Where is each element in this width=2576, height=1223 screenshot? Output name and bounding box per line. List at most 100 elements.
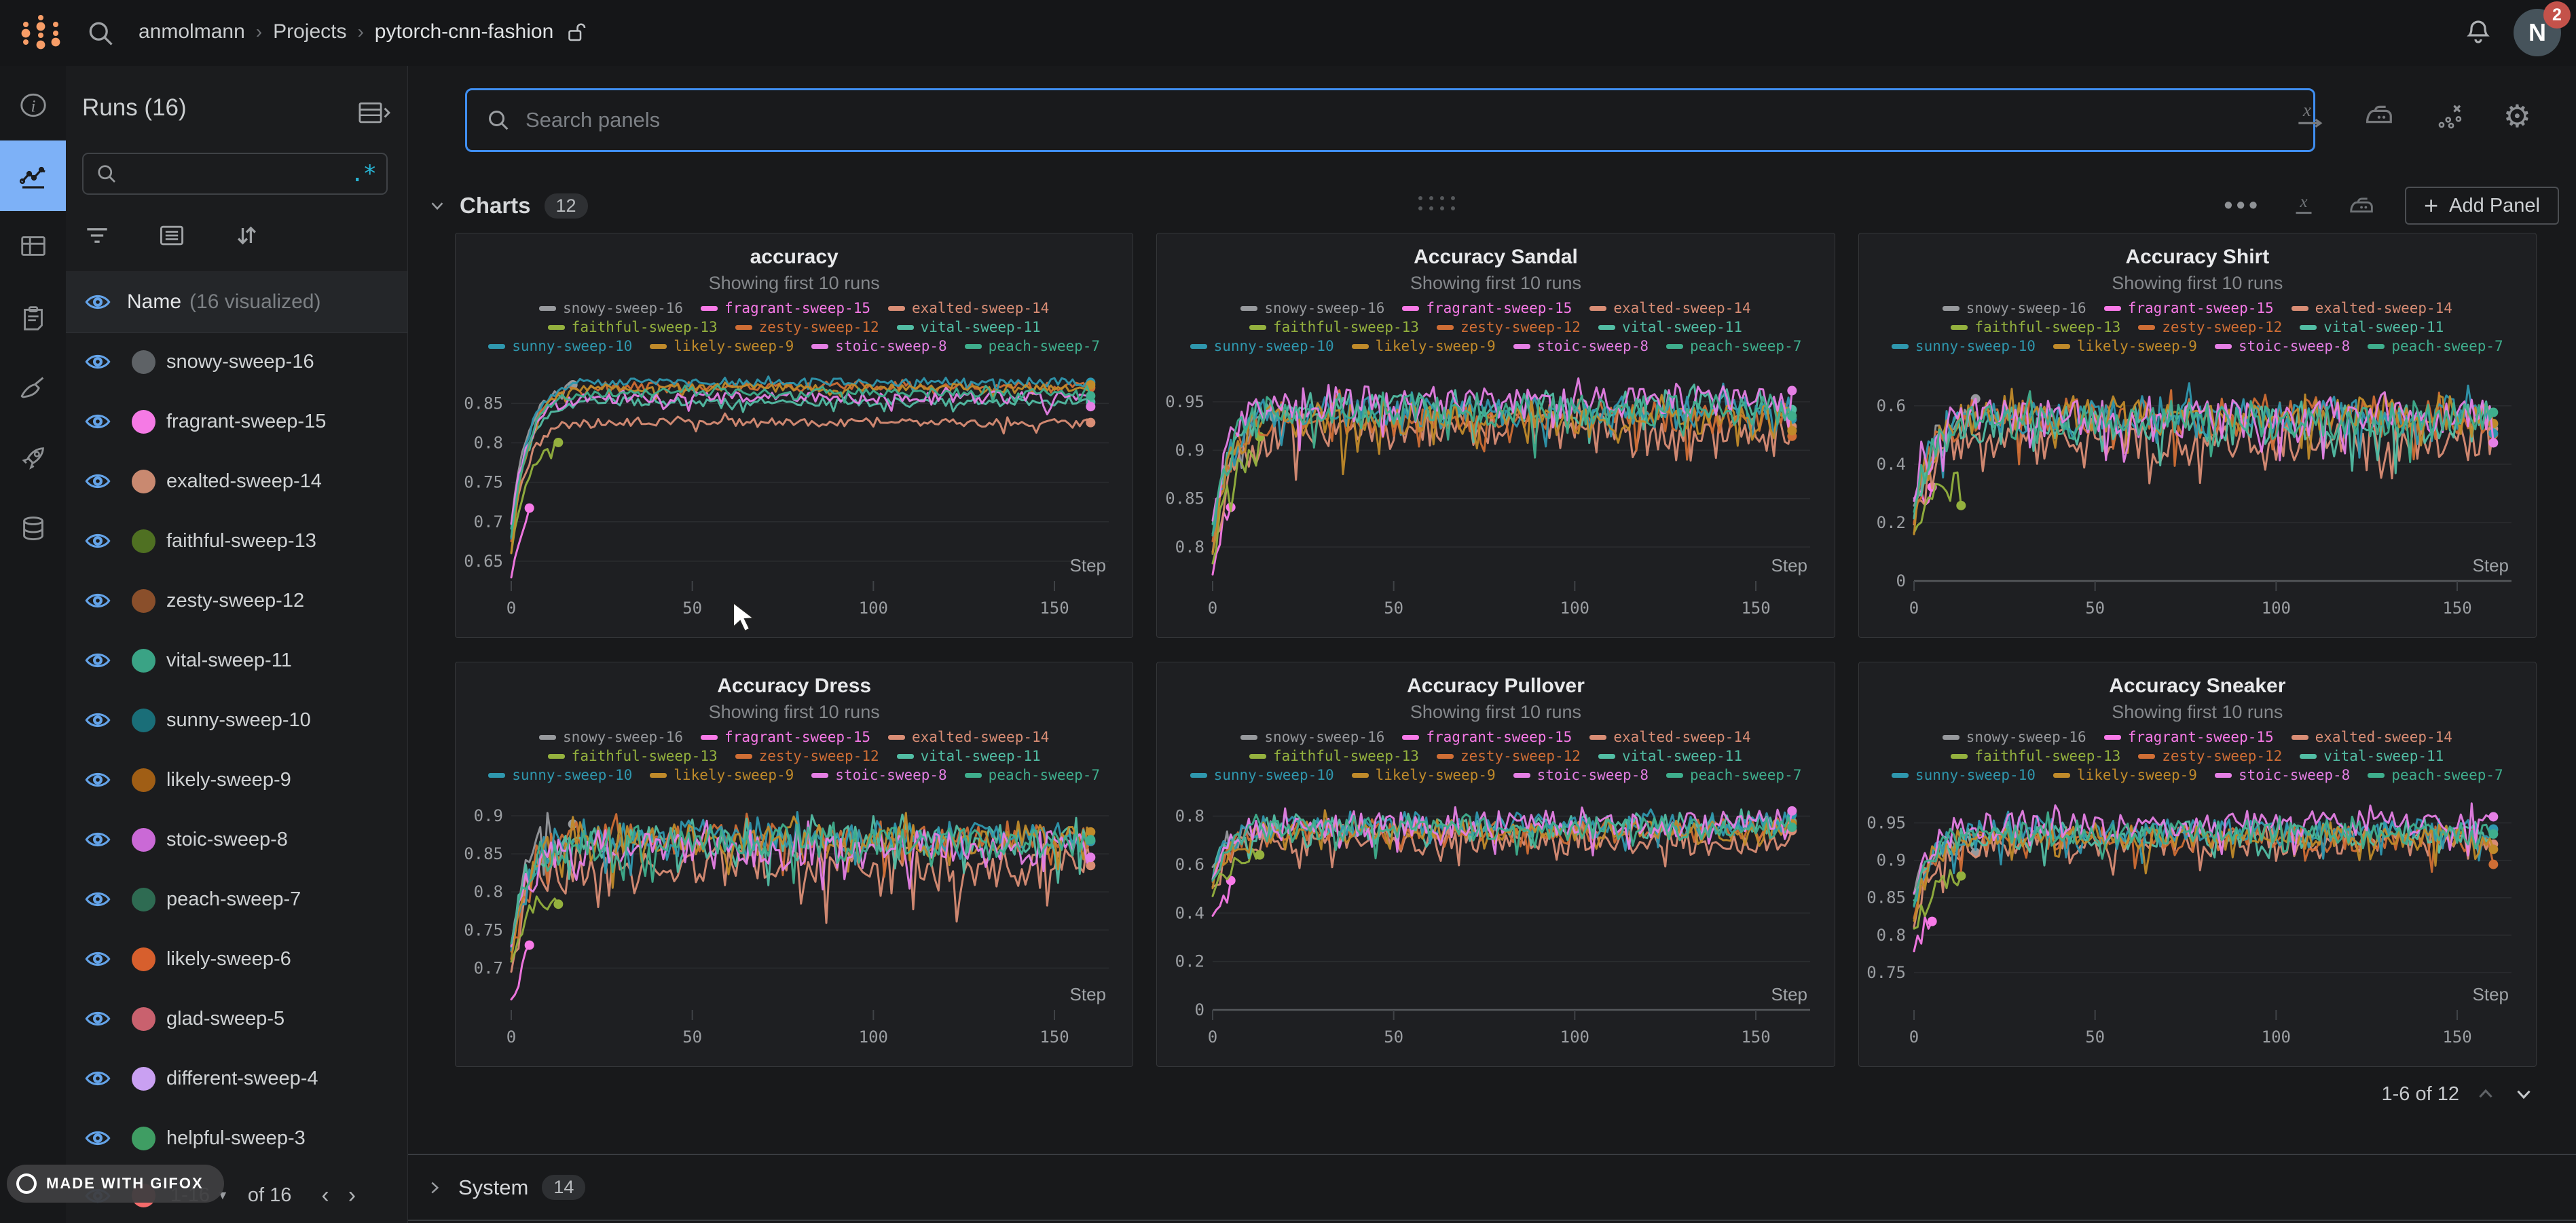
run-name[interactable]: faithful-sweep-13 bbox=[166, 530, 316, 552]
visibility-eye-icon[interactable] bbox=[84, 467, 112, 495]
run-name[interactable]: vital-sweep-11 bbox=[166, 650, 292, 672]
legend-item[interactable]: sunny-sweep-10 bbox=[1892, 766, 2036, 785]
chart-panel[interactable]: Accuracy Dress Showing first 10 runs sno… bbox=[455, 662, 1133, 1067]
run-name[interactable]: sunny-sweep-10 bbox=[166, 709, 311, 732]
rail-item-notes[interactable] bbox=[0, 282, 66, 352]
legend-item[interactable]: fragrant-sweep-15 bbox=[701, 728, 870, 747]
legend-item[interactable]: snowy-sweep-16 bbox=[1943, 728, 2086, 747]
legend-item[interactable]: sunny-sweep-10 bbox=[1892, 337, 2036, 356]
visibility-eye-icon[interactable] bbox=[84, 1064, 112, 1093]
run-name[interactable]: likely-sweep-9 bbox=[166, 769, 291, 791]
legend-item[interactable]: fragrant-sweep-15 bbox=[701, 299, 870, 318]
legend-item[interactable]: sunny-sweep-10 bbox=[488, 766, 632, 785]
legend-item[interactable]: vital-sweep-11 bbox=[2300, 318, 2444, 337]
page-up-chevron-icon[interactable] bbox=[2474, 1083, 2497, 1106]
legend-item[interactable]: exalted-sweep-14 bbox=[1589, 299, 1750, 318]
legend-item[interactable]: zesty-sweep-12 bbox=[735, 747, 879, 766]
runs-table-expand-icon[interactable] bbox=[357, 98, 391, 128]
visibility-eye-icon[interactable] bbox=[84, 885, 112, 914]
rail-item-charts-selected[interactable] bbox=[0, 140, 66, 211]
section-smoothing-iron-icon[interactable] bbox=[2347, 190, 2378, 221]
legend-item[interactable]: likely-sweep-9 bbox=[2053, 337, 2197, 356]
legend-item[interactable]: fragrant-sweep-15 bbox=[1402, 728, 1572, 747]
run-row[interactable]: helpful-sweep-3 bbox=[66, 1108, 407, 1168]
breadcrumb-entity[interactable]: anmolmann bbox=[139, 20, 245, 43]
group-list-icon[interactable] bbox=[157, 221, 187, 250]
visibility-eye-icon[interactable] bbox=[84, 586, 112, 615]
legend-item[interactable]: exalted-sweep-14 bbox=[1589, 728, 1750, 747]
legend-item[interactable]: exalted-sweep-14 bbox=[888, 299, 1049, 318]
legend-item[interactable]: likely-sweep-9 bbox=[1352, 337, 1496, 356]
visibility-eye-icon[interactable] bbox=[84, 347, 112, 376]
system-section-header[interactable]: System 14 bbox=[408, 1154, 2576, 1221]
run-row[interactable]: peach-sweep-7 bbox=[66, 869, 407, 929]
run-row[interactable]: zesty-sweep-12 bbox=[66, 571, 407, 631]
charts-section-title[interactable]: Charts bbox=[460, 193, 531, 219]
legend-item[interactable]: peach-sweep-7 bbox=[965, 766, 1100, 785]
legend-item[interactable]: zesty-sweep-12 bbox=[2138, 747, 2282, 766]
run-name[interactable]: fragrant-sweep-15 bbox=[166, 411, 326, 433]
legend-item[interactable]: vital-sweep-11 bbox=[897, 318, 1041, 337]
legend-item[interactable]: exalted-sweep-14 bbox=[2292, 299, 2452, 318]
sort-icon[interactable] bbox=[232, 221, 261, 250]
legend-item[interactable]: fragrant-sweep-15 bbox=[1402, 299, 1572, 318]
notifications-bell-icon[interactable] bbox=[2462, 16, 2495, 49]
legend-item[interactable]: snowy-sweep-16 bbox=[539, 728, 683, 747]
legend-item[interactable]: peach-sweep-7 bbox=[965, 337, 1100, 356]
run-row[interactable]: sunny-sweep-10 bbox=[66, 690, 407, 750]
runs-search-input[interactable] bbox=[127, 162, 350, 185]
legend-item[interactable]: peach-sweep-7 bbox=[2368, 337, 2503, 356]
legend-item[interactable]: stoic-sweep-8 bbox=[811, 766, 946, 785]
smoothing-iron-icon[interactable] bbox=[2362, 98, 2397, 134]
legend-item[interactable]: fragrant-sweep-15 bbox=[2104, 299, 2274, 318]
rail-item-launch[interactable] bbox=[0, 423, 66, 493]
legend-item[interactable]: sunny-sweep-10 bbox=[488, 337, 632, 356]
run-row[interactable]: likely-sweep-9 bbox=[66, 750, 407, 810]
legend-item[interactable]: zesty-sweep-12 bbox=[1437, 318, 1581, 337]
legend-item[interactable]: snowy-sweep-16 bbox=[1943, 299, 2086, 318]
rail-item-artifacts[interactable] bbox=[0, 493, 66, 564]
visibility-eye-icon[interactable] bbox=[84, 1124, 112, 1152]
settings-gear-icon[interactable]: ⚙ bbox=[2503, 100, 2531, 132]
page-down-chevron-icon[interactable] bbox=[2512, 1083, 2535, 1106]
visibility-eye-icon[interactable] bbox=[84, 407, 112, 436]
visibility-eye-icon[interactable] bbox=[84, 646, 112, 675]
legend-item[interactable]: peach-sweep-7 bbox=[1666, 766, 1801, 785]
legend-item[interactable]: likely-sweep-9 bbox=[2053, 766, 2197, 785]
legend-item[interactable]: snowy-sweep-16 bbox=[539, 299, 683, 318]
legend-item[interactable]: fragrant-sweep-15 bbox=[2104, 728, 2274, 747]
legend-item[interactable]: faithful-sweep-13 bbox=[1951, 318, 2120, 337]
legend-item[interactable]: stoic-sweep-8 bbox=[1513, 337, 1649, 356]
legend-item[interactable]: likely-sweep-9 bbox=[1352, 766, 1496, 785]
legend-item[interactable]: faithful-sweep-13 bbox=[548, 318, 718, 337]
legend-item[interactable]: peach-sweep-7 bbox=[2368, 766, 2503, 785]
run-row[interactable]: snowy-sweep-16 bbox=[66, 332, 407, 392]
run-row[interactable]: different-sweep-4 bbox=[66, 1049, 407, 1108]
section-x-axis-icon[interactable]: x bbox=[2288, 190, 2319, 221]
chart-panel[interactable]: Accuracy Shirt Showing first 10 runs sno… bbox=[1858, 233, 2537, 638]
rail-item-sweeps[interactable] bbox=[0, 352, 66, 423]
chart-panel[interactable]: accuracy Showing first 10 runs snowy-swe… bbox=[455, 233, 1133, 638]
run-name[interactable]: different-sweep-4 bbox=[166, 1068, 318, 1090]
run-row[interactable]: likely-sweep-6 bbox=[66, 929, 407, 989]
drag-handle-icon[interactable] bbox=[1418, 196, 1456, 210]
visibility-eye-icon[interactable] bbox=[84, 527, 112, 555]
legend-item[interactable]: faithful-sweep-13 bbox=[1249, 318, 1419, 337]
run-name[interactable]: zesty-sweep-12 bbox=[166, 590, 304, 612]
wandb-logo-icon[interactable] bbox=[18, 11, 65, 56]
visibility-all-eye-icon[interactable] bbox=[84, 288, 112, 316]
runs-name-header-row[interactable]: Name (16 visualized) bbox=[66, 272, 407, 333]
legend-item[interactable]: stoic-sweep-8 bbox=[2215, 337, 2350, 356]
legend-item[interactable]: snowy-sweep-16 bbox=[1240, 299, 1384, 318]
global-search-icon[interactable] bbox=[86, 18, 115, 48]
legend-item[interactable]: vital-sweep-11 bbox=[1598, 318, 1742, 337]
run-name[interactable]: stoic-sweep-8 bbox=[166, 829, 288, 851]
rail-item-overview[interactable]: i bbox=[0, 70, 66, 140]
visibility-eye-icon[interactable] bbox=[84, 766, 112, 794]
legend-item[interactable]: vital-sweep-11 bbox=[1598, 747, 1742, 766]
prev-page-button[interactable]: ‹ bbox=[312, 1182, 338, 1209]
outliers-icon[interactable] bbox=[2433, 98, 2468, 134]
rail-item-table[interactable] bbox=[0, 211, 66, 282]
chart-panel[interactable]: Accuracy Sandal Showing first 10 runs sn… bbox=[1156, 233, 1835, 638]
run-row[interactable]: stoic-sweep-8 bbox=[66, 810, 407, 869]
